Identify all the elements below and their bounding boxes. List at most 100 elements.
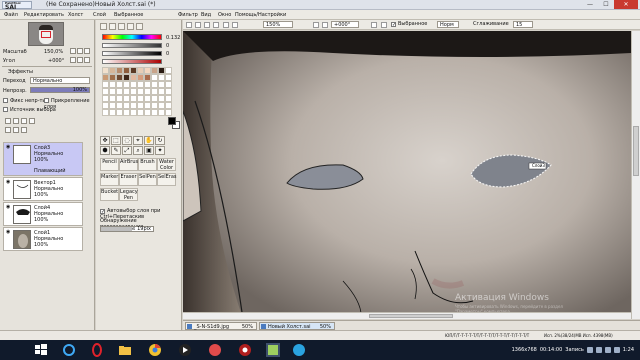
color-swatch[interactable] <box>109 102 116 109</box>
color-swatch[interactable] <box>165 109 172 116</box>
color-swatch[interactable] <box>116 74 123 81</box>
fg-bg-colors[interactable] <box>168 117 180 129</box>
canvas-angle-field[interactable]: +000° <box>331 21 359 28</box>
eyedropper-icon[interactable]: ✎ <box>111 146 121 155</box>
rotate-reset-button[interactable] <box>84 57 90 63</box>
color-swatch[interactable] <box>123 67 130 74</box>
stabilizer-select[interactable]: 15 <box>513 21 533 28</box>
selected-checkbox[interactable]: ✓ <box>391 22 396 28</box>
brush-eraser[interactable]: Eraser <box>119 173 138 186</box>
navigator-preview[interactable] <box>28 22 64 46</box>
color-swatch[interactable] <box>158 67 165 74</box>
color-swatch[interactable] <box>137 81 144 88</box>
color-swatch[interactable] <box>158 74 165 81</box>
select-toggle-icon[interactable] <box>186 22 192 28</box>
visibility-eye-icon[interactable]: ◉ <box>6 230 11 235</box>
color-swatch[interactable] <box>151 88 158 95</box>
scratchpad-tab[interactable] <box>136 23 143 30</box>
rotate-right-button[interactable] <box>77 57 83 63</box>
brush-legacy-pen[interactable]: Legacy Pen <box>119 188 138 201</box>
color-swatch[interactable] <box>123 109 130 116</box>
color-swatch[interactable] <box>137 102 144 109</box>
color-swatch[interactable] <box>116 67 123 74</box>
color-swatch[interactable] <box>123 102 130 109</box>
color-wheel-tab[interactable] <box>100 23 107 30</box>
layer-row[interactable]: ◉ Вектор1 Нормально 100% <box>3 177 83 201</box>
color-swatch[interactable] <box>102 67 109 74</box>
horizontal-scrollbar[interactable] <box>183 312 631 319</box>
zoom-out-button[interactable] <box>70 48 76 54</box>
opera-icon[interactable] <box>90 343 104 357</box>
color-swatch[interactable] <box>130 74 137 81</box>
clip-layer-checkbox[interactable] <box>44 98 49 103</box>
drawing-canvas[interactable]: Слой3 Активация Windows Чтобы активирова… <box>183 31 631 319</box>
brush-watercolor[interactable]: Water Color <box>157 158 176 171</box>
selection-source-checkbox[interactable] <box>3 107 8 112</box>
sai-taskbar-icon[interactable] <box>266 343 280 357</box>
visibility-eye-icon[interactable]: ◉ <box>6 145 11 150</box>
drag-detect-slider[interactable]: ≤ 19pix <box>100 226 154 232</box>
brush-marker[interactable]: Marker <box>100 173 119 186</box>
color-swatch[interactable] <box>130 67 137 74</box>
rect-select-icon[interactable]: ⬚ <box>111 136 121 145</box>
record-icon[interactable] <box>238 343 252 357</box>
color-swatch[interactable] <box>137 88 144 95</box>
rotate-cw-icon[interactable] <box>322 22 328 28</box>
move-tool-icon[interactable]: ✥ <box>100 136 110 145</box>
transform-icon[interactable]: ⬢ <box>100 146 110 155</box>
color-swatch[interactable] <box>137 95 144 102</box>
color-swatch[interactable] <box>116 109 123 116</box>
scale-icon[interactable]: ⤢ <box>122 146 132 155</box>
rotate-ccw-icon[interactable] <box>313 22 319 28</box>
color-swatch[interactable] <box>102 88 109 95</box>
color-swatch[interactable] <box>137 74 144 81</box>
menu-help[interactable]: Помощь/Настройки <box>235 12 295 18</box>
color-swatch[interactable] <box>109 81 116 88</box>
visibility-eye-icon[interactable]: ◉ <box>6 180 11 185</box>
new-folder-button[interactable] <box>21 118 27 124</box>
color-swatch[interactable] <box>123 74 130 81</box>
color-swatch[interactable] <box>102 81 109 88</box>
color-swatch[interactable] <box>151 109 158 116</box>
color-swatch[interactable] <box>116 81 123 88</box>
color-swatch[interactable] <box>130 109 137 116</box>
color-swatch[interactable] <box>123 88 130 95</box>
ie-icon[interactable] <box>62 343 76 357</box>
swatch-tab[interactable] <box>127 23 134 30</box>
hsv-tab[interactable] <box>118 23 125 30</box>
menu-layer[interactable]: Слой <box>93 12 114 18</box>
color-swatch[interactable] <box>144 74 151 81</box>
color-swatch[interactable] <box>102 102 109 109</box>
color-swatch[interactable] <box>130 81 137 88</box>
color-swatch[interactable] <box>144 67 151 74</box>
color-swatch[interactable] <box>109 109 116 116</box>
zoom-in-button[interactable] <box>77 48 83 54</box>
color-swatch[interactable] <box>158 95 165 102</box>
magic-wand-icon[interactable]: ⌖ <box>133 136 143 145</box>
color-swatch[interactable] <box>165 88 172 95</box>
app-icon[interactable] <box>208 343 222 357</box>
layer-row[interactable]: ◉ Слой3 Нормально 100% Плавающий <box>3 142 83 176</box>
windows-start-icon[interactable] <box>34 343 48 357</box>
explorer-icon[interactable] <box>118 343 132 357</box>
menu-window[interactable]: Окно <box>218 12 235 18</box>
zoom-in-icon[interactable] <box>232 22 238 28</box>
color-swatch[interactable] <box>151 67 158 74</box>
flip-icon[interactable] <box>371 22 377 28</box>
lasso-icon[interactable]: ◌ <box>122 136 132 145</box>
color-swatch[interactable] <box>137 109 144 116</box>
fix-opacity-option[interactable]: Фикс непр-ть <box>3 98 45 104</box>
layer-row[interactable]: ◉ Слой1 Нормально 100% <box>3 227 83 251</box>
brush-pencil[interactable]: Pencil <box>100 158 119 171</box>
zoom-reset-button[interactable] <box>84 48 90 54</box>
clear-layer-button[interactable] <box>13 127 19 133</box>
color-swatch[interactable] <box>158 81 165 88</box>
color-swatch[interactable] <box>109 88 116 95</box>
color-swatch[interactable] <box>165 102 172 109</box>
star-icon[interactable]: ✦ <box>155 146 165 155</box>
opacity-slider[interactable]: 100% <box>30 87 90 93</box>
brush-brush[interactable]: Brush <box>138 158 157 171</box>
horizontal-scroll-thumb[interactable] <box>369 314 453 318</box>
color-swatch[interactable] <box>130 88 137 95</box>
color-swatch[interactable] <box>151 95 158 102</box>
